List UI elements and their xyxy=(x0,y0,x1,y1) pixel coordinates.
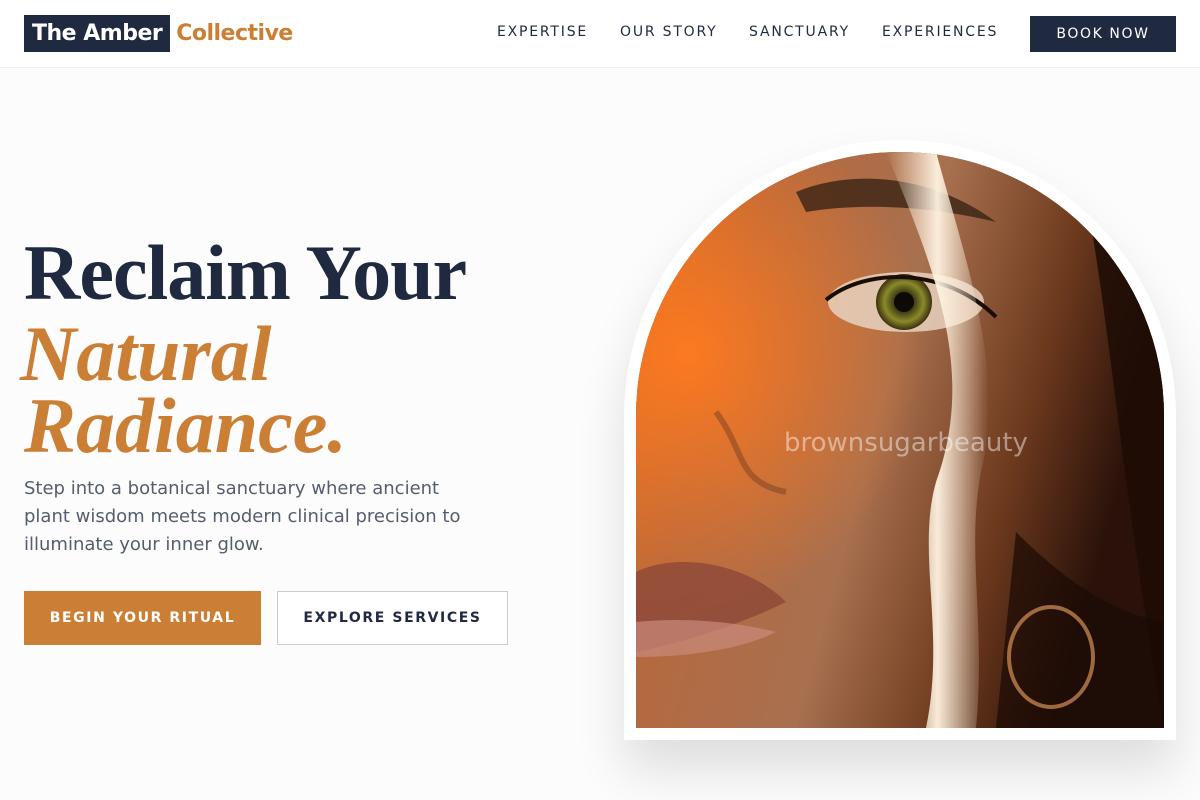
book-now-button[interactable]: BOOK NOW xyxy=(1030,16,1176,52)
image-watermark: brownsugarbeauty xyxy=(784,428,1028,458)
brand-name-box: The Amber xyxy=(24,15,171,52)
begin-ritual-button[interactable]: BEGIN YOUR RITUAL xyxy=(24,591,261,645)
nav-item-expertise[interactable]: EXPERTISE xyxy=(497,24,588,40)
hero-image-frame: brownsugarbeauty xyxy=(624,140,1176,740)
nav-item-our-story[interactable]: OUR STORY xyxy=(620,24,718,40)
site-header: The Amber Collective EXPERTISE OUR STORY… xyxy=(0,0,1200,68)
nav-item-sanctuary[interactable]: SANCTUARY xyxy=(749,24,850,40)
hero-headline: Reclaim Your Natural Radiance. xyxy=(20,228,467,469)
explore-services-button[interactable]: EXPLORE SERVICES xyxy=(277,591,508,645)
headline-line-3: Radiance. xyxy=(24,382,347,469)
hero-portrait-image: brownsugarbeauty xyxy=(636,152,1164,728)
hero-description: Step into a botanical sanctuary where an… xyxy=(24,478,461,555)
nav-item-experiences[interactable]: EXPERIENCES xyxy=(882,24,998,40)
headline-line-2: Natural xyxy=(20,310,272,397)
headline-line-1: Reclaim Your xyxy=(24,229,467,316)
brand-logo[interactable]: The Amber Collective xyxy=(24,15,293,52)
brand-name-accent: Collective xyxy=(176,21,293,46)
